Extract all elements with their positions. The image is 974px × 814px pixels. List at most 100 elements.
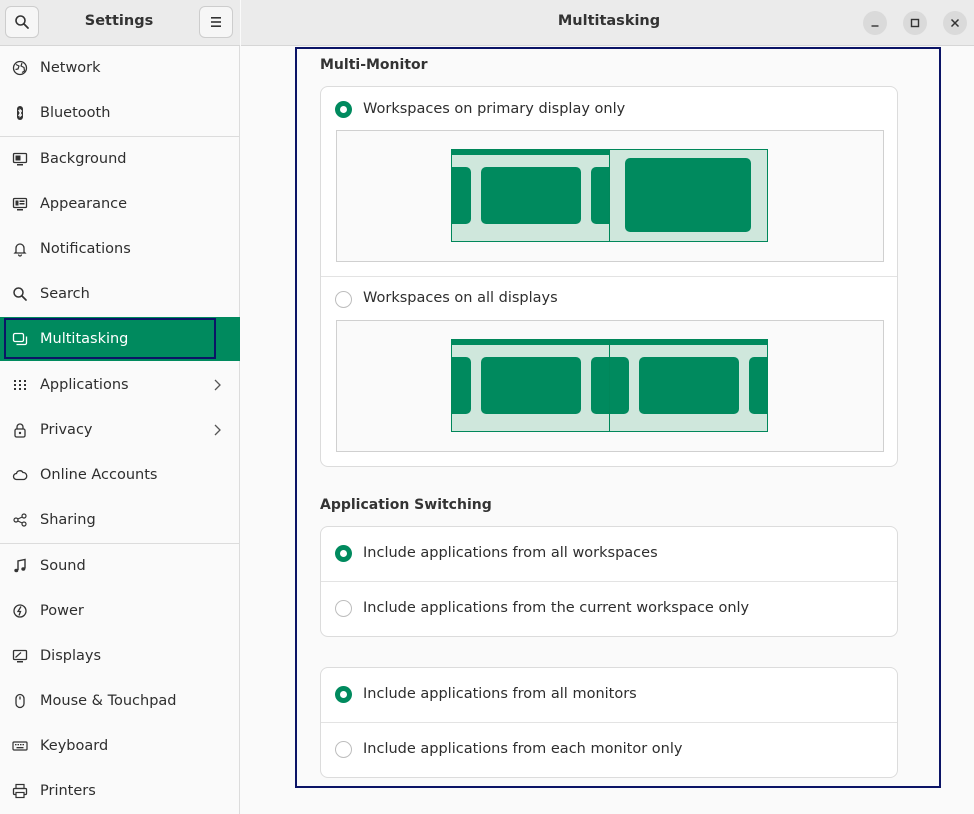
option-label: Workspaces on all displays	[363, 290, 558, 306]
option-primary-display-only[interactable]: Workspaces on primary display only	[321, 87, 897, 131]
application-switching-heading: Application Switching	[320, 497, 492, 513]
sidebar-item-privacy[interactable]: Privacy	[0, 408, 240, 452]
keyboard-icon	[11, 737, 29, 755]
monitor-icon	[11, 150, 29, 168]
sidebar-item-label: Multitasking	[40, 331, 129, 347]
close-button[interactable]	[943, 11, 967, 35]
multi-monitor-heading: Multi-Monitor	[320, 57, 428, 73]
sidebar-item-label: Keyboard	[40, 738, 109, 754]
sidebar-item-keyboard[interactable]: Keyboard	[0, 724, 240, 768]
sidebar-item-label: Online Accounts	[40, 467, 158, 483]
workspace-thumbnail	[749, 357, 767, 414]
sidebar-item-sound[interactable]: Sound	[0, 544, 240, 588]
workspace-thumbnail	[481, 357, 581, 414]
workspace-thumbnail	[452, 357, 471, 414]
sidebar-item-notifications[interactable]: Notifications	[0, 227, 240, 271]
workspace-thumbnail	[591, 357, 609, 414]
sidebar-item-label: Applications	[40, 377, 129, 393]
maximize-button[interactable]	[903, 11, 927, 35]
option-all-monitors[interactable]: Include applications from all monitors	[321, 668, 897, 722]
sidebar-item-label: Bluetooth	[40, 105, 111, 121]
bluetooth-icon	[11, 104, 29, 122]
option-all-displays[interactable]: Workspaces on all displays	[321, 277, 897, 321]
music-note-icon	[11, 557, 29, 575]
radio-current-workspace-only[interactable]	[335, 600, 352, 617]
sidebar-item-background[interactable]: Background	[0, 137, 240, 181]
sidebar-item-label: Privacy	[40, 422, 93, 438]
radio-all-displays[interactable]	[335, 291, 352, 308]
sidebar: Settings Network Bluetooth Background Ap…	[0, 0, 240, 814]
secondary-monitor-illustration	[609, 149, 768, 242]
sidebar-item-label: Background	[40, 151, 127, 167]
option-all-workspaces[interactable]: Include applications from all workspaces	[321, 527, 897, 581]
workspace-thumbnail	[625, 158, 751, 232]
sidebar-item-label: Search	[40, 286, 90, 302]
sidebar-item-search[interactable]: Search	[0, 272, 240, 316]
workspace-thumbnail	[610, 357, 629, 414]
option-label: Workspaces on primary display only	[363, 101, 626, 117]
sidebar-item-printers[interactable]: Printers	[0, 769, 240, 813]
search-icon	[15, 15, 29, 29]
sidebar-item-label: Displays	[40, 648, 102, 664]
sidebar-item-multitasking[interactable]: Multitasking	[0, 317, 240, 361]
search-icon	[11, 285, 29, 303]
radio-primary-display-only[interactable]	[335, 101, 352, 118]
option-label: Include applications from all workspaces	[363, 545, 658, 561]
sidebar-item-bluetooth[interactable]: Bluetooth	[0, 91, 240, 135]
mouse-icon	[11, 692, 29, 710]
sidebar-item-label: Power	[40, 603, 84, 619]
apps-grid-icon	[11, 376, 29, 394]
close-icon	[950, 18, 960, 28]
minimize-button[interactable]	[863, 11, 887, 35]
sidebar-item-label: Appearance	[40, 196, 128, 212]
share-icon	[11, 511, 29, 529]
primary-monitor-illustration	[451, 339, 610, 432]
sidebar-item-label: Printers	[40, 783, 96, 799]
display-icon	[11, 647, 29, 665]
secondary-monitor-illustration	[609, 339, 768, 432]
sidebar-title: Settings	[84, 13, 154, 29]
top-bar	[452, 340, 609, 345]
top-bar	[610, 340, 767, 345]
option-label: Include applications from the current wo…	[363, 600, 750, 616]
radio-each-monitor-only[interactable]	[335, 741, 352, 758]
multi-monitor-card: Workspaces on primary display only Works…	[320, 86, 898, 467]
sidebar-item-label: Sharing	[40, 512, 96, 528]
main-header: Multitasking	[241, 0, 974, 46]
top-bar	[452, 150, 609, 155]
maximize-icon	[910, 18, 920, 28]
sidebar-menu-button[interactable]	[199, 6, 233, 38]
radio-all-monitors[interactable]	[335, 686, 352, 703]
preview-primary-display-only	[336, 130, 884, 262]
power-icon	[11, 602, 29, 620]
option-label: Include applications from each monitor o…	[363, 741, 683, 757]
sidebar-item-label: Network	[40, 60, 101, 76]
option-each-monitor-only[interactable]: Include applications from each monitor o…	[321, 723, 897, 777]
sidebar-item-label: Notifications	[40, 241, 131, 257]
option-current-workspace-only[interactable]: Include applications from the current wo…	[321, 582, 897, 636]
workspace-thumbnail	[481, 167, 581, 224]
minimize-icon	[871, 25, 879, 27]
sidebar-item-appearance[interactable]: Appearance	[0, 182, 240, 226]
sidebar-search-button[interactable]	[5, 6, 39, 38]
sidebar-item-label: Mouse & Touchpad	[40, 693, 177, 709]
option-label: Include applications from all monitors	[363, 686, 637, 702]
chevron-right-icon	[214, 379, 221, 391]
workspace-thumbnail	[639, 357, 739, 414]
appearance-icon	[11, 195, 29, 213]
workspace-thumbnail	[452, 167, 471, 224]
workspace-switching-card: Include applications from all workspaces…	[320, 526, 898, 637]
sidebar-item-mouse-touchpad[interactable]: Mouse & Touchpad	[0, 679, 240, 723]
chevron-right-icon	[214, 424, 221, 436]
sidebar-item-applications[interactable]: Applications	[0, 363, 240, 407]
sidebar-item-online-accounts[interactable]: Online Accounts	[0, 453, 240, 497]
workspace-thumbnail	[591, 167, 609, 224]
sidebar-item-network[interactable]: Network	[0, 46, 240, 90]
printer-icon	[11, 782, 29, 800]
sidebar-item-label: Sound	[40, 558, 86, 574]
sidebar-item-sharing[interactable]: Sharing	[0, 498, 240, 542]
sidebar-item-power[interactable]: Power	[0, 589, 240, 633]
sidebar-item-displays[interactable]: Displays	[0, 634, 240, 678]
radio-all-workspaces[interactable]	[335, 545, 352, 562]
multitasking-icon	[11, 330, 29, 348]
